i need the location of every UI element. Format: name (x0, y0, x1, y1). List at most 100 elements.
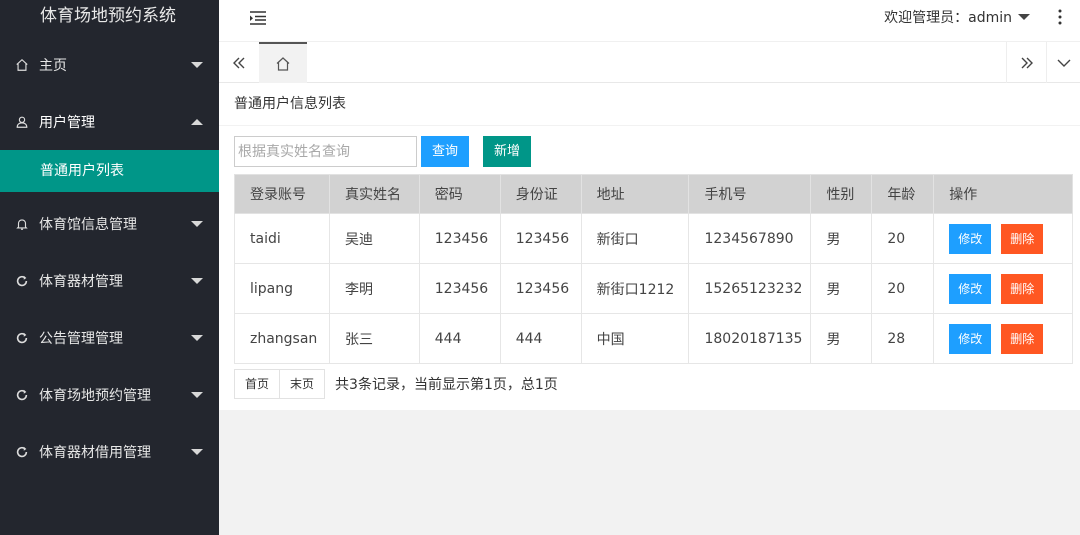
top-header: 欢迎管理员：admin (219, 0, 1080, 41)
cell-gender: 男 (810, 313, 873, 364)
cell-address: 中国 (580, 313, 690, 364)
cell-gender: 男 (810, 263, 873, 314)
sidebar-item-announcement[interactable]: 公告管理管理 (0, 309, 219, 366)
double-chevron-left-icon (233, 57, 245, 68)
column-header: 密码 (418, 174, 501, 214)
column-header: 性别 (810, 174, 873, 214)
welcome-text: 欢迎管理员：admin (884, 10, 1012, 26)
edit-button[interactable]: 修改 (949, 273, 992, 304)
edit-button[interactable]: 修改 (949, 323, 992, 354)
edit-button[interactable]: 修改 (949, 223, 992, 254)
sidebar-item-venue-booking[interactable]: 体育场地预约管理 (0, 366, 219, 423)
last-page-button[interactable]: 末页 (280, 369, 326, 399)
add-button[interactable]: 新增 (483, 136, 532, 167)
refresh-icon (14, 387, 30, 403)
column-header: 登录账号 (234, 174, 330, 214)
sidebar-item-label: 体育场地预约管理 (39, 387, 151, 404)
sidebar-item-gym-info[interactable]: 体育馆信息管理 (0, 195, 219, 252)
cell-phone: 1234567890 (688, 213, 812, 264)
chevron-down-icon (191, 448, 203, 455)
cell-id-card: 444 (499, 313, 582, 364)
table-row: taidi 吴迪 123456 123456 新街口 1234567890 男 … (234, 213, 1073, 264)
tab-scroll-right-button[interactable] (1006, 42, 1046, 83)
table-header-row: 登录账号 真实姓名 密码 身份证 地址 手机号 性别 年龄 操作 (234, 174, 1073, 214)
tab-scroll-left-button[interactable] (219, 42, 259, 83)
cell-actions: 修改 删除 (933, 313, 1073, 364)
sidebar-subitem-normal-user-list[interactable]: 普通用户列表 (0, 150, 219, 192)
sidebar-item-label: 主页 (39, 57, 67, 74)
query-button[interactable]: 查询 (421, 136, 470, 167)
delete-button[interactable]: 删除 (1001, 223, 1044, 254)
cell-real-name: 张三 (328, 313, 420, 364)
column-header: 年龄 (871, 174, 935, 214)
cell-password: 123456 (418, 263, 501, 314)
search-input[interactable] (234, 136, 417, 167)
cell-age: 20 (871, 213, 935, 264)
tab-bar (219, 41, 1080, 83)
home-icon (14, 57, 30, 73)
delete-button[interactable]: 删除 (1001, 323, 1044, 354)
cell-password: 444 (418, 313, 501, 364)
table-row: zhangsan 张三 444 444 中国 18020187135 男 28 … (234, 313, 1073, 364)
caret-down-icon (1018, 14, 1030, 20)
sidebar-item-home[interactable]: 主页 (0, 36, 219, 93)
delete-button[interactable]: 删除 (1001, 273, 1044, 304)
sidebar-item-label: 用户管理 (39, 114, 95, 131)
sidebar-item-label: 体育器材借用管理 (39, 444, 151, 461)
pagination-info: 共3条记录，当前显示第1页，总1页 (335, 377, 558, 393)
cell-actions: 修改 删除 (933, 263, 1073, 314)
column-header: 操作 (933, 174, 1073, 214)
app-title: 体育场地预约系统 (40, 6, 176, 26)
more-vertical-icon[interactable] (1058, 8, 1062, 26)
cell-gender: 男 (810, 213, 873, 264)
chevron-down-icon (191, 334, 203, 341)
page-title: 普通用户信息列表 (219, 83, 1080, 126)
cell-account: taidi (234, 213, 330, 264)
tab-options-button[interactable] (1046, 42, 1080, 83)
cell-address: 新街口 (580, 213, 690, 264)
user-table: 登录账号 真实姓名 密码 身份证 地址 手机号 性别 年龄 操作 taidi 吴… (234, 174, 1073, 364)
sidebar: 体育场地预约系统 主页 用户管理 普通用户列表 体育馆信息管理 体育器材管理 公… (0, 0, 219, 535)
tab-home[interactable] (259, 42, 307, 83)
chevron-down-icon (191, 61, 203, 68)
bell-icon (14, 216, 30, 232)
column-header: 身份证 (499, 174, 582, 214)
cell-phone: 18020187135 (688, 313, 812, 364)
user-menu[interactable]: 欢迎管理员：admin (884, 7, 1030, 27)
double-chevron-right-icon (1021, 57, 1033, 68)
column-header: 地址 (580, 174, 690, 214)
column-header: 真实姓名 (328, 174, 420, 214)
sidebar-item-label: 公告管理管理 (39, 330, 123, 347)
sidebar-item-equipment[interactable]: 体育器材管理 (0, 252, 219, 309)
menu-fold-icon[interactable] (249, 9, 267, 27)
cell-account: zhangsan (234, 313, 330, 364)
refresh-icon (14, 444, 30, 460)
sidebar-item-label: 体育馆信息管理 (39, 216, 137, 233)
chevron-up-icon (191, 118, 203, 125)
chevron-down-icon (191, 277, 203, 284)
cell-phone: 15265123232 (688, 263, 812, 314)
cell-password: 123456 (418, 213, 501, 264)
user-icon (14, 114, 30, 130)
sidebar-item-user-management[interactable]: 用户管理 (0, 93, 219, 150)
sidebar-item-equipment-borrow[interactable]: 体育器材借用管理 (0, 423, 219, 480)
cell-account: lipang (234, 263, 330, 314)
chevron-down-icon (191, 391, 203, 398)
column-header: 手机号 (688, 174, 812, 214)
cell-age: 20 (871, 263, 935, 314)
chevron-down-icon (191, 220, 203, 227)
table-row: lipang 李明 123456 123456 新街口1212 15265123… (234, 263, 1073, 314)
cell-actions: 修改 删除 (933, 213, 1073, 264)
refresh-icon (14, 330, 30, 346)
first-page-button[interactable]: 首页 (234, 369, 281, 399)
home-icon (276, 56, 290, 71)
cell-id-card: 123456 (499, 213, 582, 264)
cell-age: 28 (871, 313, 935, 364)
search-toolbar: 查询 新增 (234, 136, 532, 167)
cell-id-card: 123456 (499, 263, 582, 314)
cell-real-name: 吴迪 (328, 213, 420, 264)
cell-real-name: 李明 (328, 263, 420, 314)
cell-address: 新街口1212 (580, 263, 690, 314)
sidebar-item-label: 体育器材管理 (39, 273, 123, 290)
main-content: 普通用户信息列表 查询 新增 登录账号 真实姓名 密码 身份证 地址 手机号 性… (219, 83, 1080, 410)
